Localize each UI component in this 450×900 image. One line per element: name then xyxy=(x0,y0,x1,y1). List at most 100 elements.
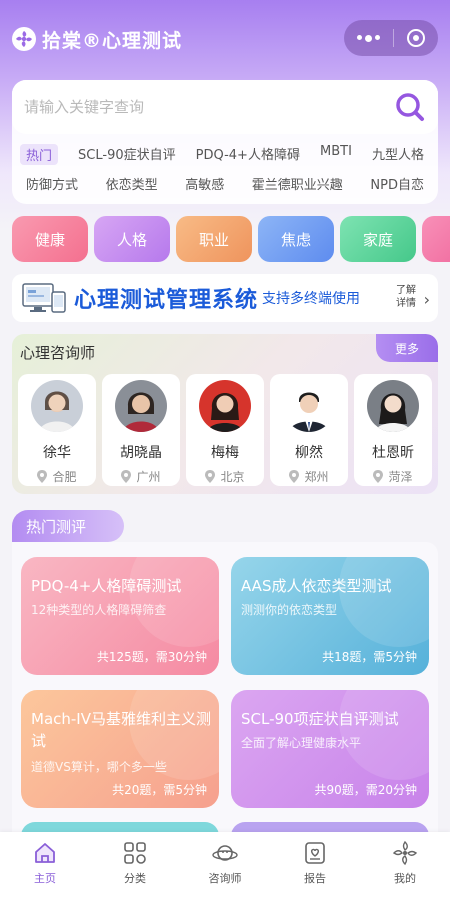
home-icon xyxy=(35,843,55,863)
search-icon[interactable] xyxy=(394,91,426,123)
hot-tag[interactable]: PDQ-4+人格障碍 xyxy=(196,144,300,165)
logo-icon xyxy=(12,27,36,51)
hot-tag[interactable]: 依恋类型 xyxy=(106,174,158,193)
category-anxiety[interactable]: 焦虑 xyxy=(258,216,334,262)
test-title: AAS成人依恋类型测试 xyxy=(241,577,392,595)
hot-tag[interactable]: 防御方式 xyxy=(26,174,78,193)
test-description: 12种类型的人格障碍筛查 xyxy=(31,603,167,617)
banner-subtitle: 支持多终端使用 xyxy=(262,291,361,307)
tab-label: 报告 xyxy=(304,872,326,885)
hot-tags-row-2: 防御方式 依恋类型 高敏感 霍兰德职业兴趣 NPD自恋 xyxy=(12,174,438,193)
location-pin-icon xyxy=(289,470,300,483)
banner-title: 心理测试管理系统 xyxy=(74,288,259,313)
avatar xyxy=(31,380,83,432)
learn-more-line-1: 了解 xyxy=(396,285,416,296)
tab-home[interactable]: 主页 xyxy=(10,840,80,900)
test-card-mach[interactable]: Mach-IV马基雅维利主义测试 道德VS算计，哪个多一些 共20题，需5分钟 xyxy=(21,690,219,808)
location-pin-icon xyxy=(37,470,48,483)
counselor-card-item[interactable]: 柳然 郑州 xyxy=(270,374,348,486)
devices-icon xyxy=(22,283,66,313)
counselor-city: 菏泽 xyxy=(373,468,413,485)
counselor-card-item[interactable]: 梅梅 北京 xyxy=(186,374,264,486)
tab-label: 咨询师 xyxy=(208,872,242,885)
test-card-scl90[interactable]: SCL-90项症状自评测试 全面了解心理健康水平 共90题，需20分钟 xyxy=(231,690,429,808)
category-icon xyxy=(124,842,146,864)
banner-learn-more[interactable]: 了解 详情 xyxy=(396,284,416,310)
app-header: 拾棠®心理测试 xyxy=(0,18,450,60)
tab-label: 主页 xyxy=(34,872,56,885)
hot-tags-row-1: 热门 SCL-90症状自评 PDQ-4+人格障碍 MBTI 九型人格 xyxy=(12,144,438,165)
tab-profile[interactable]: 我的 xyxy=(370,840,440,900)
category-strip: 健康 人格 职业 焦虑 家庭 xyxy=(12,216,450,262)
city-label: 广州 xyxy=(136,470,161,484)
test-description: 全面了解心理健康水平 xyxy=(241,736,362,750)
counselor-card-item[interactable]: 胡晓晶 广州 xyxy=(102,374,180,486)
category-health[interactable]: 健康 xyxy=(12,216,88,262)
profile-icon xyxy=(392,840,418,866)
category-more[interactable] xyxy=(422,216,450,262)
more-menu-icon[interactable] xyxy=(356,34,380,42)
location-pin-icon xyxy=(373,470,384,483)
category-personality[interactable]: 人格 xyxy=(94,216,170,262)
counselor-card-item[interactable]: 徐华 合肥 xyxy=(18,374,96,486)
city-label: 北京 xyxy=(220,470,245,484)
management-system-banner[interactable]: 心理测试管理系统 支持多终端使用 了解 详情 › xyxy=(12,274,438,322)
hot-tag[interactable]: 霍兰德职业兴趣 xyxy=(252,174,343,193)
counselor-city: 合肥 xyxy=(37,468,77,485)
report-icon xyxy=(305,842,325,864)
counselor-name: 梅梅 xyxy=(211,445,239,461)
tab-counselor[interactable]: 咨询师 xyxy=(190,840,260,900)
counselor-icon xyxy=(212,845,238,861)
avatar xyxy=(367,380,419,432)
more-counselors-button[interactable]: 更多 xyxy=(376,334,438,362)
counselor-name: 胡晓晶 xyxy=(120,445,162,461)
counselor-city: 郑州 xyxy=(289,468,329,485)
avatar xyxy=(199,380,251,432)
test-title: SCL-90项症状自评测试 xyxy=(241,710,399,728)
avatar xyxy=(115,380,167,432)
test-title: Mach-IV马基雅维利主义测试 xyxy=(31,710,211,750)
hot-tag[interactable]: 九型人格 xyxy=(372,144,424,165)
search-box xyxy=(12,80,438,134)
test-meta: 共125题，需30分钟 xyxy=(96,650,207,664)
search-card: 热门 SCL-90症状自评 PDQ-4+人格障碍 MBTI 九型人格 防御方式 … xyxy=(12,80,438,204)
app-title: 拾棠®心理测试 xyxy=(42,29,183,52)
bottom-tab-bar: 主页 分类 咨询师 报告 我的 xyxy=(0,832,450,900)
hot-tests-heading: 热门测评 xyxy=(12,510,124,542)
close-program-icon[interactable] xyxy=(407,29,426,47)
test-description: 测测你的依恋类型 xyxy=(241,603,338,617)
location-pin-icon xyxy=(121,470,132,483)
counselor-card-item[interactable]: 杜恩昕 菏泽 xyxy=(354,374,432,486)
city-label: 郑州 xyxy=(304,470,329,484)
avatar xyxy=(283,380,335,432)
hot-label: 热门 xyxy=(20,144,59,165)
search-input[interactable] xyxy=(24,98,384,116)
chevron-right-icon[interactable]: › xyxy=(424,290,430,309)
mini-program-capsule xyxy=(344,20,438,56)
hot-tag[interactable]: 高敏感 xyxy=(185,174,224,193)
location-pin-icon xyxy=(205,470,216,483)
category-family[interactable]: 家庭 xyxy=(340,216,416,262)
hot-tag[interactable]: NPD自恋 xyxy=(370,174,424,193)
test-card-aas[interactable]: AAS成人依恋类型测试 测测你的依恋类型 共18题，需5分钟 xyxy=(231,557,429,675)
test-card-pdq[interactable]: PDQ-4+人格障碍测试 12种类型的人格障碍筛查 共125题，需30分钟 xyxy=(21,557,219,675)
city-label: 合肥 xyxy=(52,470,77,484)
counselor-heading: 心理咨询师 xyxy=(20,344,96,362)
test-meta: 共90题，需20分钟 xyxy=(314,783,417,797)
counselor-city: 广州 xyxy=(121,468,161,485)
hot-tag[interactable]: MBTI xyxy=(320,144,352,165)
tab-label: 分类 xyxy=(124,872,146,885)
counselor-name: 杜恩昕 xyxy=(372,445,414,461)
hot-tag[interactable]: SCL-90症状自评 xyxy=(78,144,176,165)
category-career[interactable]: 职业 xyxy=(176,216,252,262)
counselor-name: 徐华 xyxy=(43,445,71,461)
counselor-city: 北京 xyxy=(205,468,245,485)
learn-more-line-2: 详情 xyxy=(396,298,416,309)
counselor-section: 心理咨询师 更多 徐华 合肥 胡晓晶 广州 梅梅 北京 柳然 郑州 杜恩昕 菏泽 xyxy=(12,334,438,494)
city-label: 菏泽 xyxy=(388,470,413,484)
tab-report[interactable]: 报告 xyxy=(280,840,350,900)
counselor-name: 柳然 xyxy=(295,445,323,461)
tab-category[interactable]: 分类 xyxy=(100,840,170,900)
test-meta: 共20题，需5分钟 xyxy=(112,783,207,797)
test-meta: 共18题，需5分钟 xyxy=(322,650,417,664)
